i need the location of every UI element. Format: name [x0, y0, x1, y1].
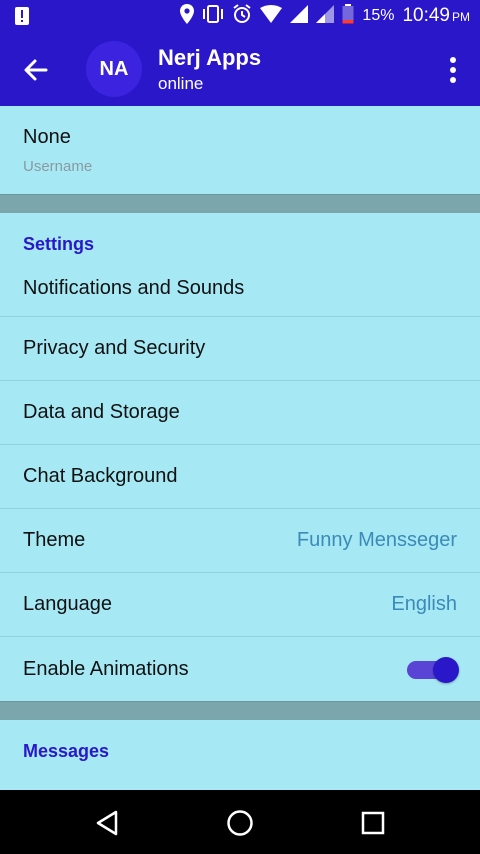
settings-content: None Username Settings Notifications and… — [0, 106, 480, 768]
settings-section-header: Settings — [23, 234, 95, 254]
settings-item-animations[interactable]: Enable Animations — [0, 637, 480, 701]
system-nav-bar — [0, 790, 480, 854]
section-divider — [0, 194, 480, 213]
home-circle-icon[interactable] — [225, 808, 255, 838]
vibrate-icon — [202, 4, 224, 28]
more-vert-icon[interactable] — [448, 56, 458, 84]
settings-item-value: Funny Mensseger — [296, 529, 457, 551]
settings-item-language[interactable]: Language English — [0, 573, 480, 637]
settings-item-label: Enable Animations — [23, 657, 189, 680]
settings-item-value: English — [391, 593, 457, 615]
settings-item-label: Language — [23, 593, 112, 615]
settings-item-data-storage[interactable]: Data and Storage — [0, 381, 480, 445]
back-arrow-icon[interactable] — [22, 56, 50, 84]
status-bar: 15% 10:49 PM — [0, 0, 480, 32]
username-value: None — [23, 126, 71, 148]
avatar-initials: NA — [99, 57, 129, 80]
signal-icon — [316, 4, 335, 28]
location-icon — [180, 3, 195, 29]
toggle-thumb — [433, 657, 459, 683]
section-divider — [0, 701, 480, 720]
username-label: Username — [23, 158, 93, 175]
settings-item-chat-background[interactable]: Chat Background — [0, 445, 480, 509]
settings-item-notifications[interactable]: Notifications and Sounds — [0, 261, 480, 317]
avatar[interactable]: NA — [86, 41, 142, 97]
settings-item-label: Privacy and Security — [23, 337, 206, 359]
clock: 10:49 PM — [402, 5, 470, 26]
back-triangle-icon[interactable] — [92, 808, 122, 838]
wifi-icon — [260, 4, 283, 28]
signal-icon — [290, 4, 309, 28]
messages-section-header: Messages — [23, 741, 110, 761]
animations-toggle[interactable] — [405, 656, 459, 683]
settings-item-label: Data and Storage — [23, 401, 180, 423]
battery-percent: 15% — [362, 7, 395, 24]
settings-item-theme[interactable]: Theme Funny Mensseger — [0, 509, 480, 573]
contact-title: Nerj Apps — [158, 45, 262, 70]
app-bar: NA Nerj Apps online — [0, 32, 480, 106]
recents-square-icon[interactable] — [358, 808, 388, 838]
settings-item-label: Chat Background — [23, 465, 178, 487]
settings-item-label: Notifications and Sounds — [23, 277, 245, 299]
notification-icon — [14, 6, 30, 31]
settings-item-label: Theme — [23, 529, 86, 551]
contact-status: online — [158, 74, 204, 93]
settings-item-privacy[interactable]: Privacy and Security — [0, 317, 480, 381]
alarm-icon — [232, 3, 252, 29]
battery-icon — [342, 3, 354, 29]
username-row[interactable]: None Username — [0, 106, 480, 194]
